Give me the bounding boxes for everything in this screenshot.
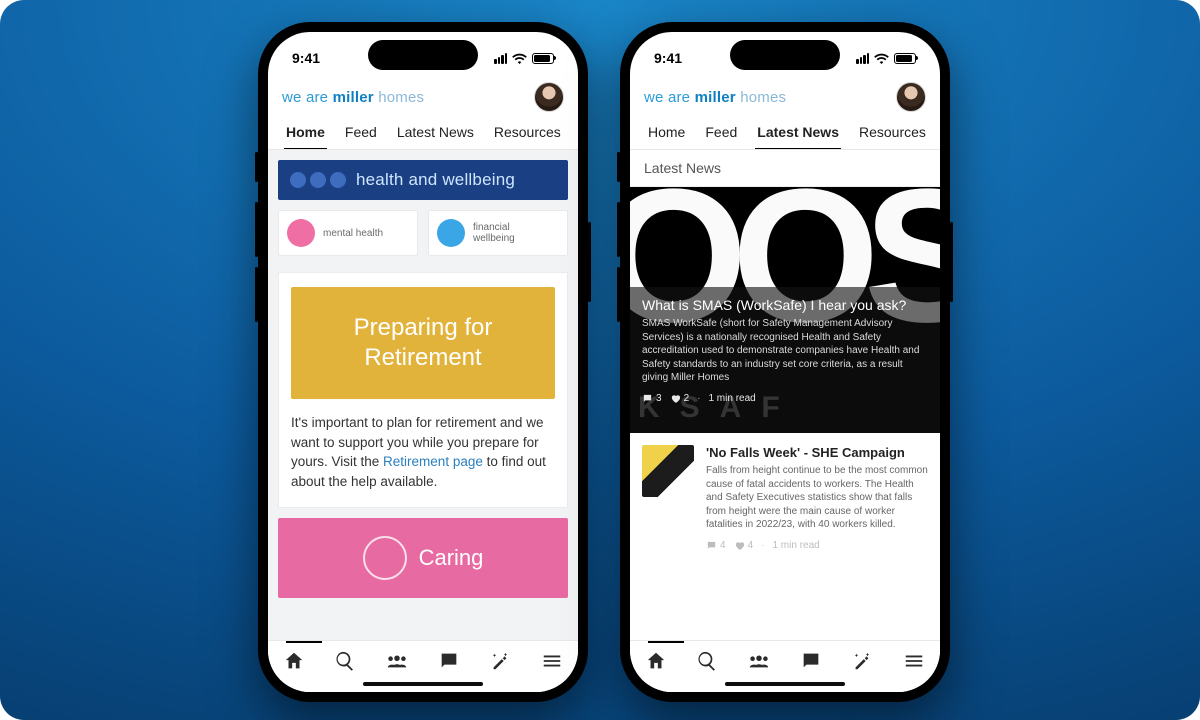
heart-icon (287, 219, 315, 247)
dynamic-island (730, 40, 840, 70)
health-wellbeing-banner[interactable]: health and wellbeing (278, 160, 568, 200)
tile-label: mental health (323, 228, 383, 239)
home-indicator (725, 682, 845, 686)
comment-icon (642, 393, 653, 404)
caring-title: Caring (419, 545, 484, 571)
marketing-stage: 9:41 we are miller homes Home Feed Lates… (0, 0, 1200, 720)
tab-feed[interactable]: Feed (695, 116, 747, 149)
retirement-text: It's important to plan for retirement an… (291, 413, 555, 491)
cellular-icon (856, 53, 869, 64)
banner-icons (290, 172, 346, 188)
tile-mental-health[interactable]: mental health (278, 210, 418, 256)
heart-icon (734, 540, 745, 551)
wifi-icon (512, 53, 527, 64)
article-title: 'No Falls Week' - SHE Campaign (706, 445, 928, 460)
nav-menu-icon[interactable] (541, 650, 563, 672)
nav-people-icon[interactable] (748, 650, 770, 672)
cellular-icon (494, 53, 507, 64)
status-time: 9:41 (292, 50, 320, 66)
coin-icon (437, 219, 465, 247)
avatar[interactable] (896, 82, 926, 112)
top-tabs: Home Feed Latest News Resources (630, 116, 940, 150)
app-header: we are miller homes (630, 76, 940, 116)
dynamic-island (368, 40, 478, 70)
nav-menu-icon[interactable] (903, 650, 925, 672)
article-thumb (642, 445, 694, 497)
article-item[interactable]: 'No Falls Week' - SHE Campaign Falls fro… (630, 433, 940, 563)
status-time: 9:41 (654, 50, 682, 66)
nav-home-icon[interactable] (645, 650, 667, 672)
nav-magic-icon[interactable] (489, 650, 511, 672)
nav-search-icon[interactable] (696, 650, 718, 672)
nav-home-icon[interactable] (283, 650, 305, 672)
tab-feed[interactable]: Feed (335, 116, 387, 149)
nav-people-icon[interactable] (386, 650, 408, 672)
wifi-icon (874, 53, 889, 64)
phone-mockup-home: 9:41 we are miller homes Home Feed Lates… (258, 22, 588, 702)
heart-outline-icon (363, 536, 407, 580)
caring-card[interactable]: Caring (278, 518, 568, 598)
tile-financial-wellbeing[interactable]: financial wellbeing (428, 210, 568, 256)
phone-mockup-news: 9:41 we are miller homes Home Feed Lates… (620, 22, 950, 702)
home-body[interactable]: health and wellbeing mental health finan… (268, 150, 578, 692)
comment-icon (706, 540, 717, 551)
tab-home[interactable]: Home (638, 116, 695, 149)
tile-label: financial wellbeing (473, 222, 515, 244)
retirement-banner: Preparing forRetirement (291, 287, 555, 399)
read-time: 1 min read (772, 540, 819, 551)
heart-icon (670, 393, 681, 404)
tab-resources[interactable]: Resources (849, 116, 936, 149)
app-header: we are miller homes (268, 76, 578, 116)
tab-latest-news[interactable]: Latest News (387, 116, 484, 149)
nav-search-icon[interactable] (334, 650, 356, 672)
tab-latest-news[interactable]: Latest News (747, 116, 849, 149)
brand-logo[interactable]: we are miller homes (282, 89, 424, 106)
battery-icon (532, 53, 554, 64)
top-tabs: Home Feed Latest News Resources (268, 116, 578, 150)
nav-chat-icon[interactable] (438, 650, 460, 672)
nav-chat-icon[interactable] (800, 650, 822, 672)
tab-home[interactable]: Home (276, 116, 335, 149)
retirement-card[interactable]: Preparing forRetirement It's important t… (278, 272, 568, 508)
news-body[interactable]: Latest News OOS KSAF What is SMAS (WorkS… (630, 150, 940, 692)
featured-article[interactable]: OOS KSAF What is SMAS (WorkSafe) I hear … (630, 187, 940, 433)
home-indicator (363, 682, 483, 686)
read-time: 1 min read (708, 393, 755, 404)
brand-logo[interactable]: we are miller homes (644, 89, 786, 106)
featured-meta: 3 2 · 1 min read (642, 393, 928, 404)
retirement-link[interactable]: Retirement page (383, 454, 483, 469)
battery-icon (894, 53, 916, 64)
article-desc: Falls from height continue to be the mos… (706, 464, 928, 532)
banner-title: health and wellbeing (356, 170, 515, 190)
article-meta: 4 4 · 1 min read (706, 540, 928, 551)
tab-resources[interactable]: Resources (484, 116, 571, 149)
nav-magic-icon[interactable] (851, 650, 873, 672)
featured-title: What is SMAS (WorkSafe) I hear you ask? (642, 297, 928, 313)
featured-desc: SMAS WorkSafe (short for Safety Manageme… (642, 317, 928, 385)
section-heading: Latest News (630, 150, 940, 187)
avatar[interactable] (534, 82, 564, 112)
